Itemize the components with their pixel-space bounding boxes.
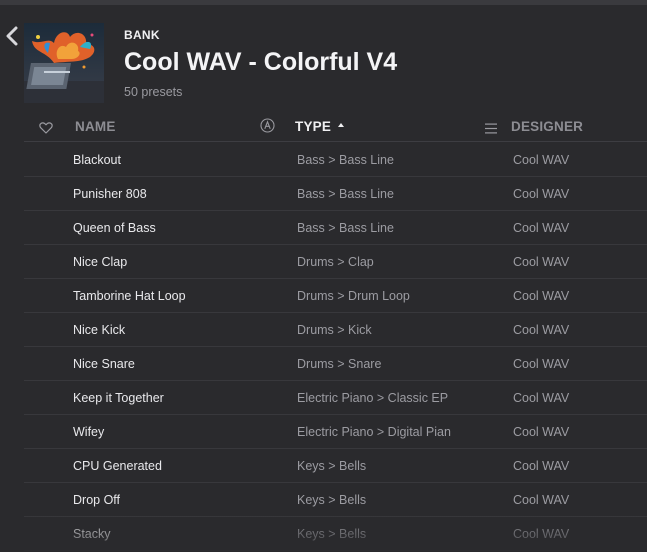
- bank-label: BANK: [124, 28, 160, 42]
- column-header-type-label: TYPE: [295, 119, 332, 134]
- chevron-left-icon[interactable]: [4, 26, 20, 46]
- preset-name: Stacky: [73, 527, 111, 541]
- preset-designer: Cool WAV: [513, 255, 570, 269]
- sort-ascending-icon: [338, 123, 345, 128]
- column-header-name[interactable]: NAME: [75, 119, 116, 134]
- preset-designer: Cool WAV: [513, 289, 570, 303]
- preset-name: Wifey: [73, 425, 105, 439]
- preset-row[interactable]: CPU Generated Keys > Bells Cool WAV: [24, 449, 647, 483]
- preset-name: Nice Kick: [73, 323, 126, 337]
- preset-designer: Cool WAV: [513, 323, 570, 337]
- preset-row[interactable]: Nice Kick Drums > Kick Cool WAV: [24, 313, 647, 347]
- preset-row[interactable]: Nice Clap Drums > Clap Cool WAV: [24, 245, 647, 279]
- column-header-designer[interactable]: DESIGNER: [511, 119, 583, 134]
- preset-type: Bass > Bass Line: [297, 221, 394, 235]
- preset-type: Electric Piano > Classic EP: [297, 391, 449, 405]
- preset-type: Drums > Drum Loop: [297, 289, 410, 303]
- preset-row[interactable]: Drop Off Keys > Bells Cool WAV: [24, 483, 647, 517]
- preset-row[interactable]: Queen of Bass Bass > Bass Line Cool WAV: [24, 211, 647, 245]
- preset-type: Bass > Bass Line: [297, 153, 394, 167]
- bank-title: Cool WAV - Colorful V4: [124, 48, 398, 76]
- preset-count: 50 presets: [124, 85, 183, 99]
- top-bar: [0, 0, 647, 5]
- preset-designer: Cool WAV: [513, 153, 570, 167]
- bank-cover-image: [24, 23, 104, 103]
- preset-row[interactable]: Nice Snare Drums > Snare Cool WAV: [24, 347, 647, 381]
- preset-name: Punisher 808: [73, 187, 147, 201]
- preset-type: Keys > Bells: [297, 493, 367, 507]
- column-header-type[interactable]: TYPE: [295, 119, 345, 134]
- preset-type: Drums > Kick: [297, 323, 372, 337]
- preset-designer: Cool WAV: [513, 459, 570, 473]
- preset-designer: Cool WAV: [513, 187, 570, 201]
- list-menu-icon[interactable]: [485, 121, 497, 134]
- heart-icon[interactable]: [39, 121, 53, 134]
- preset-type: Electric Piano > Digital Pian: [297, 425, 451, 439]
- preset-name: CPU Generated: [73, 459, 162, 473]
- preset-designer: Cool WAV: [513, 357, 570, 371]
- preset-row[interactable]: Tamborine Hat Loop Drums > Drum Loop Coo…: [24, 279, 647, 313]
- preset-row[interactable]: Blackout Bass > Bass Line Cool WAV: [24, 143, 647, 177]
- preset-name: Drop Off: [73, 493, 121, 507]
- preset-type: Keys > Bells: [297, 527, 367, 541]
- arturia-logo-icon[interactable]: [260, 118, 275, 133]
- preset-name: Blackout: [73, 153, 121, 167]
- preset-name: Nice Clap: [73, 255, 128, 269]
- preset-name: Queen of Bass: [73, 221, 156, 235]
- preset-row[interactable]: Stacky Keys > Bells Cool WAV: [24, 517, 647, 551]
- preset-designer: Cool WAV: [513, 527, 570, 541]
- preset-designer: Cool WAV: [513, 425, 570, 439]
- preset-name: Keep it Together: [73, 391, 164, 405]
- preset-name: Nice Snare: [73, 357, 135, 371]
- preset-type: Keys > Bells: [297, 459, 367, 473]
- preset-type: Drums > Clap: [297, 255, 374, 269]
- preset-designer: Cool WAV: [513, 493, 570, 507]
- preset-list: Blackout Bass > Bass Line Cool WAV Punis…: [24, 143, 647, 552]
- preset-row[interactable]: Wifey Electric Piano > Digital Pian Cool…: [24, 415, 647, 449]
- preset-row[interactable]: Keep it Together Electric Piano > Classi…: [24, 381, 647, 415]
- preset-row[interactable]: Punisher 808 Bass > Bass Line Cool WAV: [24, 177, 647, 211]
- preset-type: Bass > Bass Line: [297, 187, 394, 201]
- preset-type: Drums > Snare: [297, 357, 382, 371]
- preset-designer: Cool WAV: [513, 391, 570, 405]
- table-header: NAME TYPE DESIGNER: [24, 112, 647, 142]
- preset-name: Tamborine Hat Loop: [73, 289, 186, 303]
- preset-designer: Cool WAV: [513, 221, 570, 235]
